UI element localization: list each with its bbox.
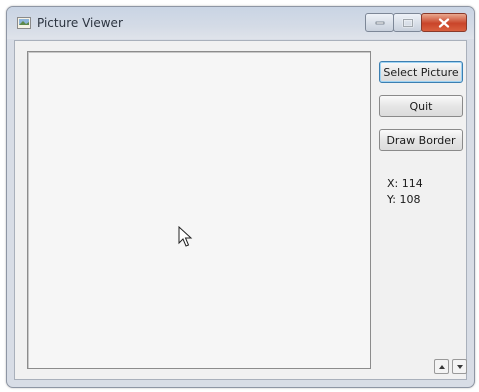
scroll-down-button[interactable] <box>452 359 467 374</box>
chevron-up-icon <box>438 364 445 369</box>
title-bar[interactable]: Picture Viewer <box>7 7 474 39</box>
scroll-up-button[interactable] <box>434 359 449 374</box>
maximize-button[interactable] <box>393 13 422 32</box>
picture-box[interactable] <box>27 51 371 369</box>
draw-border-button[interactable]: Draw Border <box>379 129 463 151</box>
window-title: Picture Viewer <box>37 16 123 30</box>
client-area: Select Picture Quit Draw Border X: 114 Y… <box>14 40 467 380</box>
close-icon <box>438 17 450 28</box>
mouse-cursor-icon <box>178 226 193 247</box>
maximize-icon <box>402 18 413 27</box>
x-coordinate-label: X: 114 <box>387 177 423 190</box>
select-picture-button[interactable]: Select Picture <box>379 61 463 83</box>
minimize-button[interactable] <box>365 13 394 32</box>
picture-viewer-window: Picture Viewer Select Picture Quit Draw … <box>6 6 475 388</box>
minimize-icon <box>375 21 384 24</box>
app-icon <box>17 17 31 29</box>
close-button[interactable] <box>421 13 467 32</box>
quit-button[interactable]: Quit <box>379 95 463 117</box>
y-coordinate-label: Y: 108 <box>387 193 421 206</box>
chevron-down-icon <box>456 364 463 369</box>
